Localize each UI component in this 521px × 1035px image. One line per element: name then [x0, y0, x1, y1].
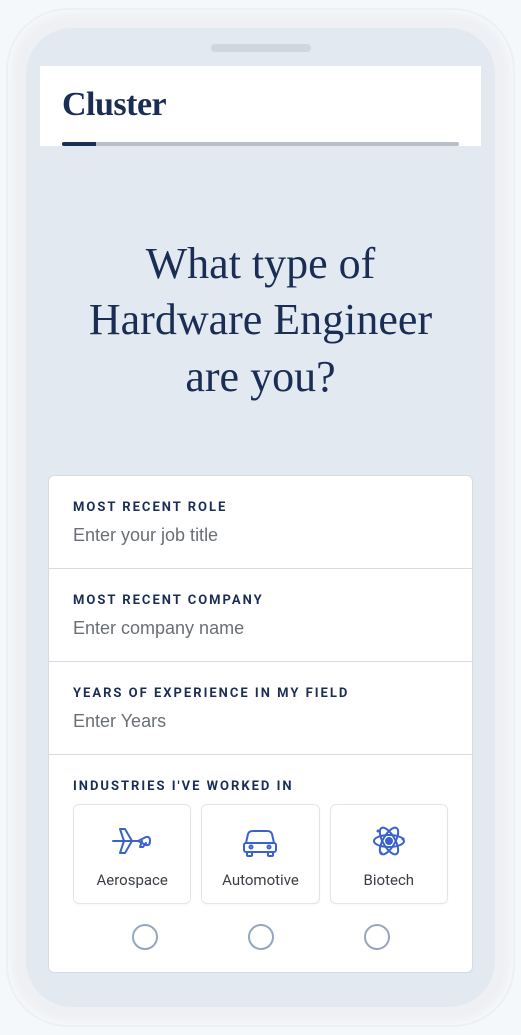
page-dot-2[interactable]: [248, 924, 274, 950]
role-input[interactable]: [73, 525, 448, 546]
industry-label: Biotech: [335, 871, 443, 889]
years-input[interactable]: [73, 711, 448, 732]
industry-label: Automotive: [206, 871, 314, 889]
brand-logo: Cluster: [62, 86, 459, 124]
progress-fill: [62, 142, 96, 146]
page-dot-1[interactable]: [132, 924, 158, 950]
industry-label: Aerospace: [78, 871, 186, 889]
company-label: MOST RECENT COMPANY: [73, 593, 448, 608]
form-card: MOST RECENT ROLE MOST RECENT COMPANY YEA…: [48, 475, 473, 973]
atom-icon: [335, 821, 443, 861]
phone-frame: Cluster What type of Hardware Engineer a…: [8, 10, 513, 1025]
progress-bar: [62, 142, 459, 146]
role-row: MOST RECENT ROLE: [49, 476, 472, 569]
industries-list: Aerospace: [73, 804, 448, 904]
company-row: MOST RECENT COMPANY: [49, 569, 472, 662]
role-label: MOST RECENT ROLE: [73, 500, 448, 515]
phone-notch: [211, 44, 311, 52]
phone-inner: Cluster What type of Hardware Engineer a…: [26, 28, 495, 1007]
hero-section: What type of Hardware Engineer are you?: [40, 146, 481, 475]
car-icon: [206, 821, 314, 861]
company-input[interactable]: [73, 618, 448, 639]
years-row: YEARS OF EXPERIENCE IN MY FIELD: [49, 662, 472, 755]
industry-tile-biotech[interactable]: Biotech: [330, 804, 448, 904]
airplane-icon: [78, 821, 186, 861]
years-label: YEARS OF EXPERIENCE IN MY FIELD: [73, 686, 448, 701]
industry-tile-automotive[interactable]: Automotive: [201, 804, 319, 904]
industry-tile-aerospace[interactable]: Aerospace: [73, 804, 191, 904]
page-title: What type of Hardware Engineer are you?: [68, 236, 453, 405]
pagination-dots: [73, 924, 448, 950]
page-dot-3[interactable]: [364, 924, 390, 950]
industries-label: INDUSTRIES I'VE WORKED IN: [73, 779, 448, 794]
app-header: Cluster: [40, 66, 481, 146]
industries-row: INDUSTRIES I'VE WORKED IN: [49, 755, 472, 972]
app-screen: Cluster What type of Hardware Engineer a…: [40, 66, 481, 993]
